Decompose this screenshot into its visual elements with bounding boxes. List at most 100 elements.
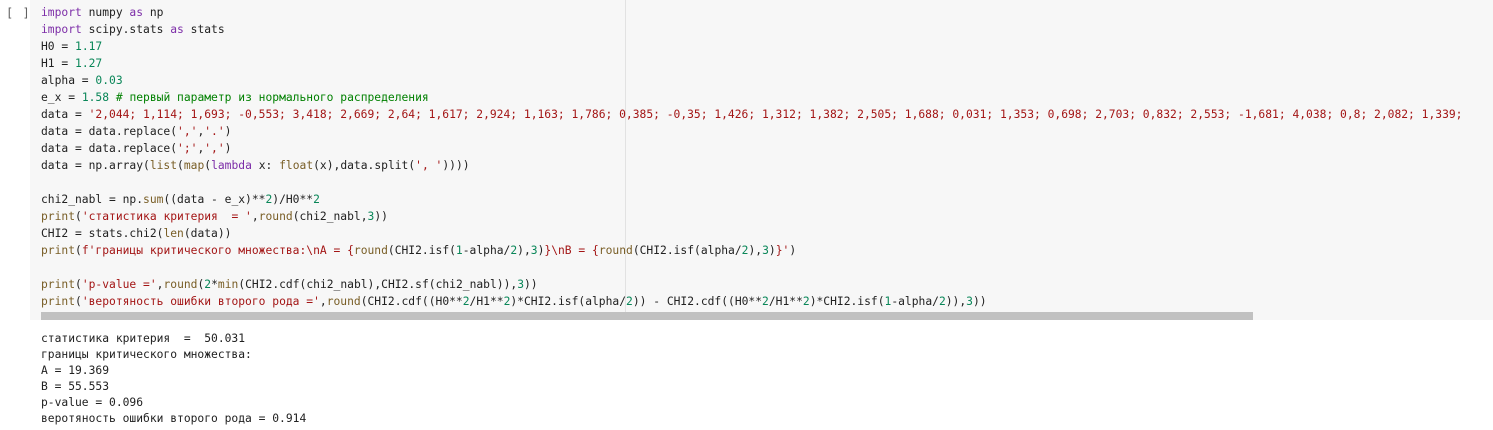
- code-token: (x),data.split(: [313, 159, 416, 172]
- code-line: print('статистика критерия = ',round(chi…: [41, 208, 1462, 225]
- code-token: print: [41, 244, 76, 257]
- code-token: as: [170, 23, 184, 36]
- code-token: 'статистика критерия = ': [81, 210, 252, 223]
- code-token: 1.58: [81, 91, 110, 104]
- code-token: )) - CHI2.cdf((H0**: [632, 295, 763, 308]
- code-token: map: [183, 159, 205, 172]
- code-token: (: [177, 159, 184, 172]
- code-token: ((data - e_x)**: [163, 193, 266, 206]
- output-line: A = 19.369: [41, 364, 110, 377]
- code-token: -alpha/: [891, 295, 939, 308]
- output-line: веротяность ошибки второго рода = 0.914: [41, 412, 307, 425]
- code-token: 1: [455, 244, 463, 257]
- code-token: ),: [517, 244, 531, 257]
- notebook-code-cell: [ ] import numpy as np import scipy.stats…: [0, 0, 1493, 430]
- code-token: print: [41, 295, 76, 308]
- code-token: sum: [143, 193, 164, 206]
- code-token: )*CHI2.isf(alpha/: [510, 295, 626, 308]
- code-line: alpha = 0.03: [41, 72, 1462, 89]
- code-token: ,: [251, 210, 259, 223]
- code-token: )),: [945, 295, 967, 308]
- code-token: ): [224, 142, 232, 155]
- code-token: )))): [442, 159, 470, 172]
- code-token: 2: [802, 295, 810, 308]
- code-token: import: [41, 23, 82, 36]
- output-line: статистика критерия = 50.031: [41, 332, 246, 345]
- code-line: H0 = 1.17: [41, 38, 1462, 55]
- code-token: (: [75, 278, 82, 291]
- code-token: 2: [313, 193, 320, 206]
- code-line: import numpy as np: [41, 4, 1462, 21]
- code-token: print: [41, 278, 76, 291]
- code-token: '.': [204, 125, 225, 138]
- code-token: ,: [319, 295, 327, 308]
- code-token: data = data.replace(: [41, 142, 178, 155]
- code-token: round: [163, 278, 198, 291]
- code-token: 1.17: [75, 40, 103, 53]
- code-token: -alpha/: [462, 244, 511, 257]
- code-token: )/H0**: [272, 193, 314, 206]
- horizontal-scrollbar[interactable]: [41, 312, 1253, 320]
- code-token: /H1**: [469, 295, 504, 308]
- output-line: границы критического множества:: [41, 348, 252, 361]
- code-token: (: [75, 244, 82, 257]
- code-token: round: [598, 244, 633, 257]
- code-token: 3: [530, 244, 538, 257]
- code-editor[interactable]: import numpy as np import scipy.stats as …: [30, 0, 1493, 320]
- code-token: x:: [251, 159, 280, 172]
- code-token: len: [163, 227, 184, 240]
- code-line: data = data.replace(';',','): [41, 140, 1462, 157]
- code-token: /H1**: [768, 295, 803, 308]
- code-token: lambda: [211, 159, 252, 172]
- code-token: f'границы критического множества:\nA = {: [81, 244, 354, 257]
- code-token: import: [41, 6, 82, 19]
- code-token: )*CHI2.isf(: [809, 295, 885, 308]
- code-token: 'p-value =': [81, 278, 157, 291]
- code-token: ', ': [415, 159, 443, 172]
- code-token: )): [524, 278, 538, 291]
- code-token: (CHI2.isf(alpha/: [632, 244, 742, 257]
- code-token: ',': [177, 125, 198, 138]
- code-token: (CHI2.cdf((H0**: [360, 295, 463, 308]
- run-cell-button[interactable]: [ ]: [6, 6, 31, 20]
- code-token: '2,044; 1,114; 1,693; -0,553; 3,418; 2,6…: [88, 108, 1463, 121]
- code-line: data = data.replace(',','.'): [41, 123, 1462, 140]
- code-token: round: [353, 244, 388, 257]
- code-token: H0 =: [41, 40, 76, 53]
- code-token: min: [217, 278, 239, 291]
- code-token: }': [775, 244, 790, 257]
- code-token: ),: [748, 244, 763, 257]
- code-token: (chi2_nabl,: [292, 210, 368, 223]
- code-token: ): [224, 125, 232, 138]
- code-token: 3: [762, 244, 769, 257]
- code-line: print('p-value =',round(2*min(CHI2.cdf(c…: [41, 276, 1462, 293]
- code-token: ';': [177, 142, 198, 155]
- code-line: data = '2,044; 1,114; 1,693; -0,553; 3,4…: [41, 106, 1462, 123]
- code-token: alpha =: [41, 74, 96, 87]
- code-token: as: [129, 6, 144, 19]
- code-token: ',': [204, 142, 225, 155]
- code-token: 3: [966, 295, 973, 308]
- code-token: print: [41, 210, 76, 223]
- code-token: *: [211, 278, 218, 291]
- code-token: e_x =: [41, 91, 82, 104]
- code-token: (: [75, 210, 82, 223]
- code-token: 0.03: [95, 74, 123, 87]
- code-line: data = np.array(list(map(lambda x: float…: [41, 157, 1462, 174]
- code-token: float: [279, 159, 314, 172]
- code-line: CHI2 = stats.chi2(len(data)): [41, 225, 1462, 242]
- code-token: )): [972, 295, 987, 308]
- output-line: B = 55.553: [41, 380, 110, 393]
- code-token: data =: [41, 108, 89, 121]
- code-token: CHI2 = stats.chi2(: [41, 227, 164, 240]
- code-token: data = np.array(: [41, 159, 150, 172]
- code-token: 1.27: [75, 57, 103, 70]
- code-token: scipy.stats: [81, 23, 171, 36]
- code-line: H1 = 1.27: [41, 55, 1462, 72]
- code-token: ): [789, 244, 797, 257]
- code-token: np: [143, 6, 164, 19]
- code-token: chi2_nabl = np.: [41, 193, 144, 206]
